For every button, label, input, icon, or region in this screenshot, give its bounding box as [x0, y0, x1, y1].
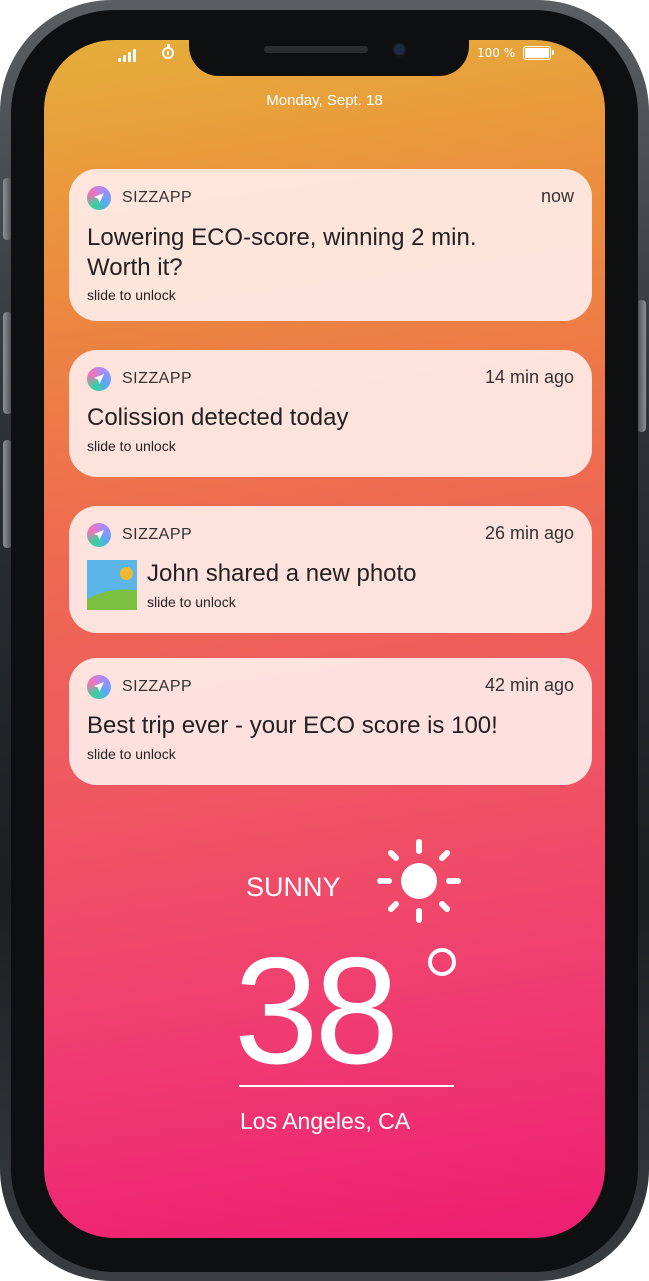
notification-card[interactable]: SIZZAPP 26 min ago John shared a new pho…: [69, 506, 592, 633]
notification-app: SIZZAPP: [87, 367, 192, 391]
degree-symbol: [428, 948, 456, 976]
notification-time: 14 min ago: [484, 367, 574, 387]
timer-icon: [162, 44, 174, 59]
notification-time: 26 min ago: [484, 523, 574, 543]
lock-screen: 100 % Monday, Sept. 18 SIZZAPP now Lower…: [44, 40, 605, 1238]
notification-message-line2: Worth it?: [87, 254, 183, 281]
front-camera: [394, 44, 405, 55]
battery-percentage: 100 %: [477, 46, 516, 60]
sizzapp-icon: [87, 367, 111, 391]
notification-message: Colission detected today: [87, 404, 349, 431]
photo-thumbnail-icon: [87, 560, 137, 610]
power-button: [637, 300, 646, 432]
slide-to-unlock-hint: slide to unlock: [87, 287, 176, 303]
battery-icon: [523, 46, 554, 60]
sun-icon: [377, 839, 461, 923]
notification-card[interactable]: SIZZAPP now Lowering ECO-score, winning …: [69, 169, 592, 321]
app-name: SIZZAPP: [122, 526, 193, 543]
lock-date: Monday, Sept. 18: [266, 92, 383, 109]
slide-to-unlock-hint: slide to unlock: [147, 594, 236, 610]
sizzapp-icon: [87, 523, 111, 547]
weather-condition: SUNNY: [246, 872, 341, 902]
notification-card[interactable]: SIZZAPP 42 min ago Best trip ever - your…: [69, 658, 592, 785]
sizzapp-icon: [87, 675, 111, 699]
notification-app: SIZZAPP: [87, 186, 192, 210]
speaker-grille: [264, 46, 368, 53]
slide-to-unlock-hint: slide to unlock: [87, 746, 176, 762]
app-name: SIZZAPP: [122, 189, 193, 206]
notification-message: Best trip ever - your ECO score is 100!: [87, 712, 498, 739]
temperature-value: 38: [234, 926, 399, 1096]
notification-time: 42 min ago: [484, 675, 574, 695]
slide-to-unlock-hint: slide to unlock: [87, 438, 176, 454]
app-name: SIZZAPP: [122, 678, 193, 695]
sizzapp-icon: [87, 186, 111, 210]
notification-card[interactable]: SIZZAPP 14 min ago Colission detected to…: [69, 350, 592, 477]
notification-message: John shared a new photo: [147, 560, 417, 587]
notch: [189, 40, 469, 76]
notification-app: SIZZAPP: [87, 523, 192, 547]
notification-message: Lowering ECO-score, winning 2 min.: [87, 224, 477, 251]
notification-time: now: [540, 186, 574, 206]
weather-location: Los Angeles, CA: [240, 1108, 411, 1134]
signal-icon: [118, 48, 136, 62]
weather-divider: [239, 1085, 454, 1087]
notification-app: SIZZAPP: [87, 675, 192, 699]
app-name: SIZZAPP: [122, 370, 193, 387]
